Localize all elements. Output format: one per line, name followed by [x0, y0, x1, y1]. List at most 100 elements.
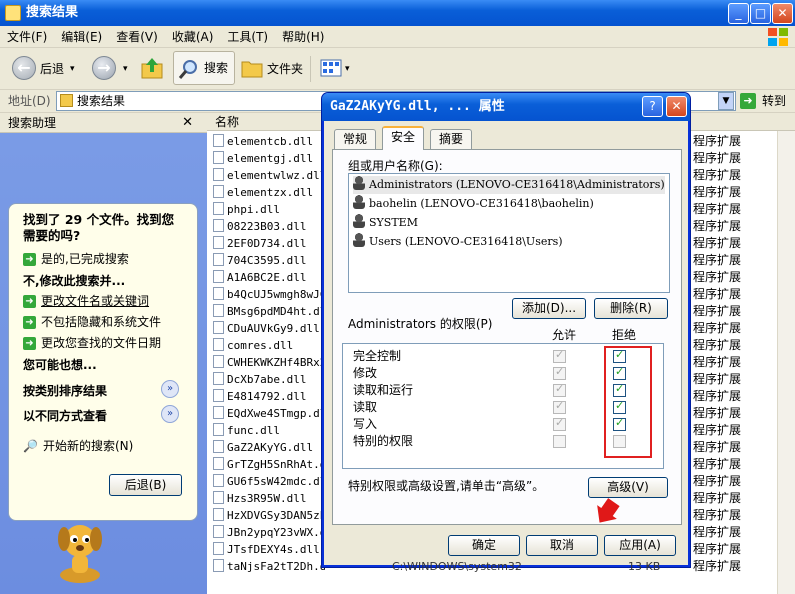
maximize-button[interactable]: □	[750, 3, 771, 24]
advanced-button[interactable]: 高级(V)	[588, 477, 668, 498]
views-icon[interactable]	[320, 58, 342, 78]
search-label: 搜索	[204, 61, 229, 75]
view-chevron-icon[interactable]: »	[161, 405, 179, 423]
file-row-name[interactable]: Hzs3R95W.dll	[213, 490, 325, 507]
close-pane-icon[interactable]: ✕	[182, 113, 193, 133]
menu-file[interactable]: 文件(F)	[0, 26, 54, 48]
deny-column-header: 拒绝	[612, 328, 637, 342]
file-type-cell: 程序扩展	[693, 372, 742, 386]
file-row-name[interactable]: phpi.dll	[213, 201, 325, 218]
allow-checkbox[interactable]	[553, 435, 566, 448]
allow-checkbox[interactable]	[553, 348, 566, 363]
file-row-name[interactable]: taNjsFa2tT2Dh.dll	[213, 558, 325, 575]
file-row-name[interactable]: JTsfDEXY4s.dll	[213, 541, 325, 558]
tab-general[interactable]: 常规	[334, 129, 377, 149]
users-list[interactable]: Administrators (LENOVO-CE316418\Administ…	[348, 173, 670, 293]
minimize-button[interactable]: _	[728, 3, 749, 24]
folders-icon[interactable]	[241, 58, 263, 78]
help-button[interactable]: ?	[642, 96, 663, 117]
back-arrow-icon[interactable]: ←	[12, 56, 36, 80]
exclude-hidden-link[interactable]: ➜ 不包括隐藏和系统文件	[23, 313, 161, 330]
file-row-name[interactable]: DcXb7abe.dll	[213, 371, 325, 388]
back-dropdown-icon[interactable]: ▾	[70, 52, 75, 86]
file-name-label: DcXb7abe.dll	[227, 373, 307, 386]
file-row-name[interactable]: func.dll	[213, 422, 325, 439]
tab-summary[interactable]: 摘要	[430, 129, 473, 149]
change-name-link[interactable]: ➜ 更改文件名或关键词	[23, 292, 149, 309]
menu-tools[interactable]: 工具(T)	[220, 26, 275, 48]
file-row-name[interactable]: E4814792.dll	[213, 388, 325, 405]
file-row-name[interactable]: elementgj.dll	[213, 150, 325, 167]
file-row-name[interactable]: elementwlwz.dll	[213, 167, 325, 184]
file-row-name[interactable]: elementcb.dll	[213, 133, 325, 150]
add-button[interactable]: 添加(D)...	[512, 298, 586, 319]
go-label[interactable]: 转到	[762, 90, 786, 112]
file-row-name[interactable]: CWHEKWKZHf4BRx2m	[213, 354, 325, 371]
file-row-name[interactable]: elementzx.dll	[213, 184, 325, 201]
allow-checkbox[interactable]	[553, 382, 566, 397]
forward-arrow-icon[interactable]: →	[92, 56, 116, 80]
sort-link[interactable]: 按类别排序结果	[23, 382, 107, 399]
sort-chevron-icon[interactable]: »	[161, 380, 179, 398]
file-row-name[interactable]: comres.dll	[213, 337, 325, 354]
file-row-name[interactable]: GaZ2AKyYG.dll	[213, 439, 325, 456]
allow-checkbox[interactable]	[553, 399, 566, 414]
user-item-baohelin[interactable]: baohelin (LENOVO-CE316418\baohelin)	[353, 195, 594, 213]
dll-file-icon	[213, 491, 224, 504]
menu-help[interactable]: 帮助(H)	[275, 26, 331, 48]
menu-edit[interactable]: 编辑(E)	[54, 26, 109, 48]
file-row-name[interactable]: 2EF0D734.dll	[213, 235, 325, 252]
folders-label[interactable]: 文件夹	[267, 52, 303, 86]
cancel-button[interactable]: 取消	[526, 535, 598, 556]
found-message: 找到了 29 个文件。找到您需要的吗?	[23, 212, 175, 243]
user-item-system[interactable]: SYSTEM	[353, 214, 418, 232]
permissions-label: Administrators 的权限(P)	[348, 317, 493, 331]
view-link[interactable]: 以不同方式查看	[23, 407, 107, 424]
file-row-name[interactable]: 08223B03.dll	[213, 218, 325, 235]
new-search-link[interactable]: 🔎 开始新的搜索(N)	[23, 437, 133, 454]
user-item-administrators[interactable]: Administrators (LENOVO-CE316418\Administ…	[353, 176, 665, 194]
search-button[interactable]: 搜索	[173, 51, 235, 85]
name-column-header[interactable]: 名称	[215, 113, 239, 131]
file-row-name[interactable]: A1A6BC2E.dll	[213, 269, 325, 286]
back-label[interactable]: 后退	[40, 52, 64, 86]
file-row-name[interactable]: HzXDVGSy3DAN5zPK	[213, 507, 325, 524]
groups-label: 组或用户名称(G):	[348, 159, 443, 173]
allow-checkbox[interactable]	[553, 416, 566, 431]
refine-heading: 不,修改此搜索并...	[23, 274, 126, 288]
up-folder-icon[interactable]	[140, 56, 164, 80]
forward-dropdown-icon[interactable]: ▾	[123, 52, 128, 86]
file-row-name[interactable]: EQdXwe4STmgp.dll	[213, 405, 325, 422]
exclude-hidden-label: 不包括隐藏和系统文件	[41, 315, 162, 329]
file-row-name[interactable]: BMsg6pdMD4ht.dll	[213, 303, 325, 320]
file-row-name[interactable]: b4QcUJ5wmgh8wJCk	[213, 286, 325, 303]
vertical-scrollbar[interactable]	[777, 131, 795, 594]
ok-button[interactable]: 确定	[448, 535, 520, 556]
file-row-name[interactable]: GU6f5sW42mdc.dll	[213, 473, 325, 490]
menu-favorites[interactable]: 收藏(A)	[165, 26, 221, 48]
file-row-name[interactable]: CDuAUVkGy9.dll	[213, 320, 325, 337]
assistant-back-button[interactable]: 后退(B)	[109, 474, 182, 496]
file-row-name[interactable]: JBn2ypqY23vWX.dll	[213, 524, 325, 541]
views-dropdown-icon[interactable]: ▾	[345, 52, 350, 86]
file-name-label: BMsg6pdMD4ht.dll	[227, 305, 325, 318]
dialog-close-button[interactable]: ✕	[666, 96, 687, 117]
tab-security[interactable]: 安全	[382, 126, 425, 150]
file-type-cell: 程序扩展	[693, 559, 742, 573]
change-date-link[interactable]: ➜ 更改您查找的文件日期	[23, 334, 161, 351]
menu-view[interactable]: 查看(V)	[109, 26, 165, 48]
file-name-label: 704C3595.dll	[227, 254, 307, 267]
allow-checkbox[interactable]	[553, 365, 566, 380]
file-row-name[interactable]: GrTZgH5SnRhAt.dll	[213, 456, 325, 473]
file-name-label: CDuAUVkGy9.dll	[227, 322, 320, 335]
address-dropdown-icon[interactable]: ▼	[718, 92, 734, 110]
file-row-name[interactable]: 704C3595.dll	[213, 252, 325, 269]
file-type-cell: 程序扩展	[693, 270, 742, 284]
remove-button[interactable]: 删除(R)	[594, 298, 668, 319]
yes-link[interactable]: ➜ 是的,已完成搜索	[23, 250, 129, 267]
user-item-users[interactable]: Users (LENOVO-CE316418\Users)	[353, 233, 563, 251]
file-name-label: b4QcUJ5wmgh8wJCk	[227, 288, 325, 301]
close-button[interactable]: ✕	[772, 3, 793, 24]
apply-button[interactable]: 应用(A)	[604, 535, 676, 556]
go-arrow-icon[interactable]: ➜	[740, 93, 756, 109]
